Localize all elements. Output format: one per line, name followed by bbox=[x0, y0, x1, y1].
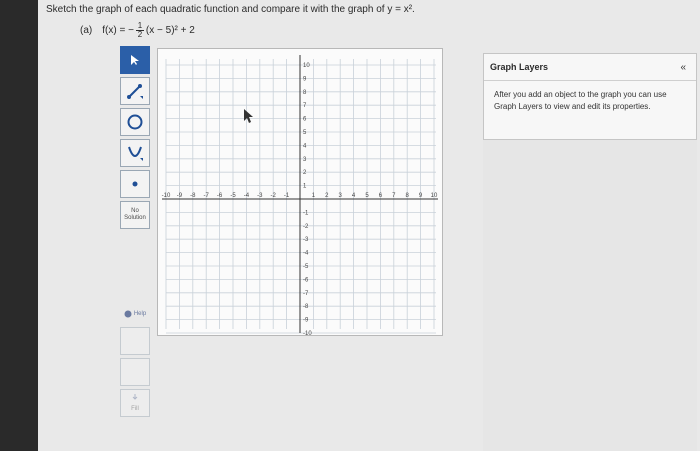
fill-icon bbox=[132, 394, 138, 400]
formula-fraction: 1 2 bbox=[135, 21, 144, 39]
question-text: Sketch the graph of each quadratic funct… bbox=[46, 4, 415, 15]
point-tool-button[interactable] bbox=[120, 170, 150, 198]
x-tick-label: -6 bbox=[217, 193, 223, 199]
graph-layers-title: Graph Layers bbox=[490, 62, 549, 72]
y-tick-label: -1 bbox=[303, 210, 309, 216]
right-pane-background bbox=[483, 140, 697, 451]
y-tick-label: -9 bbox=[303, 318, 309, 324]
y-tick-label: 5 bbox=[303, 130, 307, 136]
y-tick-label: -2 bbox=[303, 224, 309, 230]
pointer-icon bbox=[131, 55, 139, 65]
help-icon bbox=[124, 310, 132, 318]
x-tick-label: -8 bbox=[190, 193, 196, 199]
x-tick-label: 7 bbox=[392, 193, 396, 199]
help-label: Help bbox=[133, 311, 147, 317]
y-tick-label: 3 bbox=[303, 157, 307, 163]
x-tick-label: 9 bbox=[419, 193, 423, 199]
select-tool-button[interactable] bbox=[120, 46, 150, 74]
y-tick-label: 1 bbox=[303, 184, 307, 190]
formula-rhs: (x − 5)² + 2 bbox=[145, 25, 195, 36]
x-tick-label: 4 bbox=[352, 193, 356, 199]
x-tick-label: -9 bbox=[177, 193, 183, 199]
parabola-tool-button[interactable] bbox=[120, 139, 150, 167]
x-tick-label: 6 bbox=[379, 193, 383, 199]
x-tick-label: -10 bbox=[162, 193, 171, 199]
y-tick-label: -7 bbox=[303, 291, 309, 297]
mouse-cursor-icon bbox=[244, 109, 253, 123]
fraction-denominator: 2 bbox=[137, 30, 143, 39]
x-tick-label: 2 bbox=[325, 193, 329, 199]
y-tick-label: 8 bbox=[303, 90, 307, 96]
parabola-icon bbox=[128, 146, 143, 161]
x-tick-label: 3 bbox=[339, 193, 343, 199]
x-tick-label: -3 bbox=[257, 193, 263, 199]
line-icon bbox=[127, 84, 143, 99]
fill-button[interactable]: Fill bbox=[120, 389, 150, 417]
line-tool-button[interactable] bbox=[120, 77, 150, 105]
y-tick-label: 6 bbox=[303, 117, 307, 123]
x-tick-label: -2 bbox=[271, 193, 277, 199]
question-part-a: (a) f(x) = − 1 2 (x − 5)² + 2 bbox=[80, 22, 195, 39]
y-tick-label: 10 bbox=[303, 63, 310, 69]
y-tick-label: 2 bbox=[303, 170, 307, 176]
fraction-numerator: 1 bbox=[137, 21, 143, 30]
circle-tool-button[interactable] bbox=[120, 108, 150, 136]
fill-label: Fill bbox=[131, 406, 139, 412]
no-solution-line1: No bbox=[131, 208, 139, 214]
x-tick-label: 5 bbox=[365, 193, 369, 199]
y-tick-label: -4 bbox=[303, 251, 309, 257]
point-icon bbox=[132, 181, 138, 187]
graph-layers-description: After you add an object to the graph you… bbox=[494, 90, 667, 111]
x-tick-label: 10 bbox=[431, 193, 438, 199]
y-tick-label: 4 bbox=[303, 143, 307, 149]
blank-tool-button-1[interactable] bbox=[120, 327, 150, 355]
y-tick-label: 9 bbox=[303, 76, 307, 82]
y-tick-label: -5 bbox=[303, 264, 309, 270]
part-label: (a) bbox=[80, 25, 93, 36]
fill-label-wrap: Fill bbox=[131, 393, 139, 413]
graph-area[interactable]: -10 -9 -8 -7 -6 -5 -4 -3 -2 -1 1 2 3 4 5 6 7 8 9 10 10 9 8 7 6 5 4… bbox=[157, 48, 443, 337]
circle-icon bbox=[127, 114, 143, 130]
coordinate-grid[interactable]: -10 -9 -8 -7 -6 -5 -4 -3 -2 -1 1 2 3 4 5 6 7 8 9 10 10 9 8 7 6 5 4… bbox=[158, 49, 442, 337]
x-tick-label: -1 bbox=[284, 193, 290, 199]
no-solution-line2: Solution bbox=[124, 215, 146, 221]
blank-tool-button-2[interactable] bbox=[120, 358, 150, 386]
y-tick-label: -8 bbox=[303, 304, 309, 310]
no-solution-label: No Solution bbox=[124, 208, 146, 222]
graph-layers-header: Graph Layers « bbox=[484, 54, 696, 81]
y-tick-label: -6 bbox=[303, 277, 309, 283]
x-tick-label: -4 bbox=[244, 193, 250, 199]
y-tick-label: 7 bbox=[303, 103, 307, 109]
x-tick-label: -5 bbox=[230, 193, 236, 199]
collapse-panel-button[interactable]: « bbox=[680, 62, 686, 73]
no-solution-button[interactable]: No Solution bbox=[120, 201, 150, 229]
x-tick-label: -7 bbox=[204, 193, 210, 199]
x-tick-label: 1 bbox=[312, 193, 316, 199]
function-formula: f(x) = − 1 2 (x − 5)² + 2 bbox=[102, 22, 195, 39]
x-tick-label: 8 bbox=[406, 193, 410, 199]
help-button[interactable]: Help bbox=[120, 304, 150, 324]
window-bezel bbox=[0, 0, 38, 451]
formula-lhs: f(x) = − bbox=[102, 25, 134, 36]
y-tick-label: -10 bbox=[303, 331, 312, 335]
y-tick-label: -3 bbox=[303, 237, 309, 243]
graph-toolbar: No Solution Help Fill bbox=[120, 46, 154, 420]
graph-layers-panel: Graph Layers « After you add an object t… bbox=[483, 53, 697, 140]
